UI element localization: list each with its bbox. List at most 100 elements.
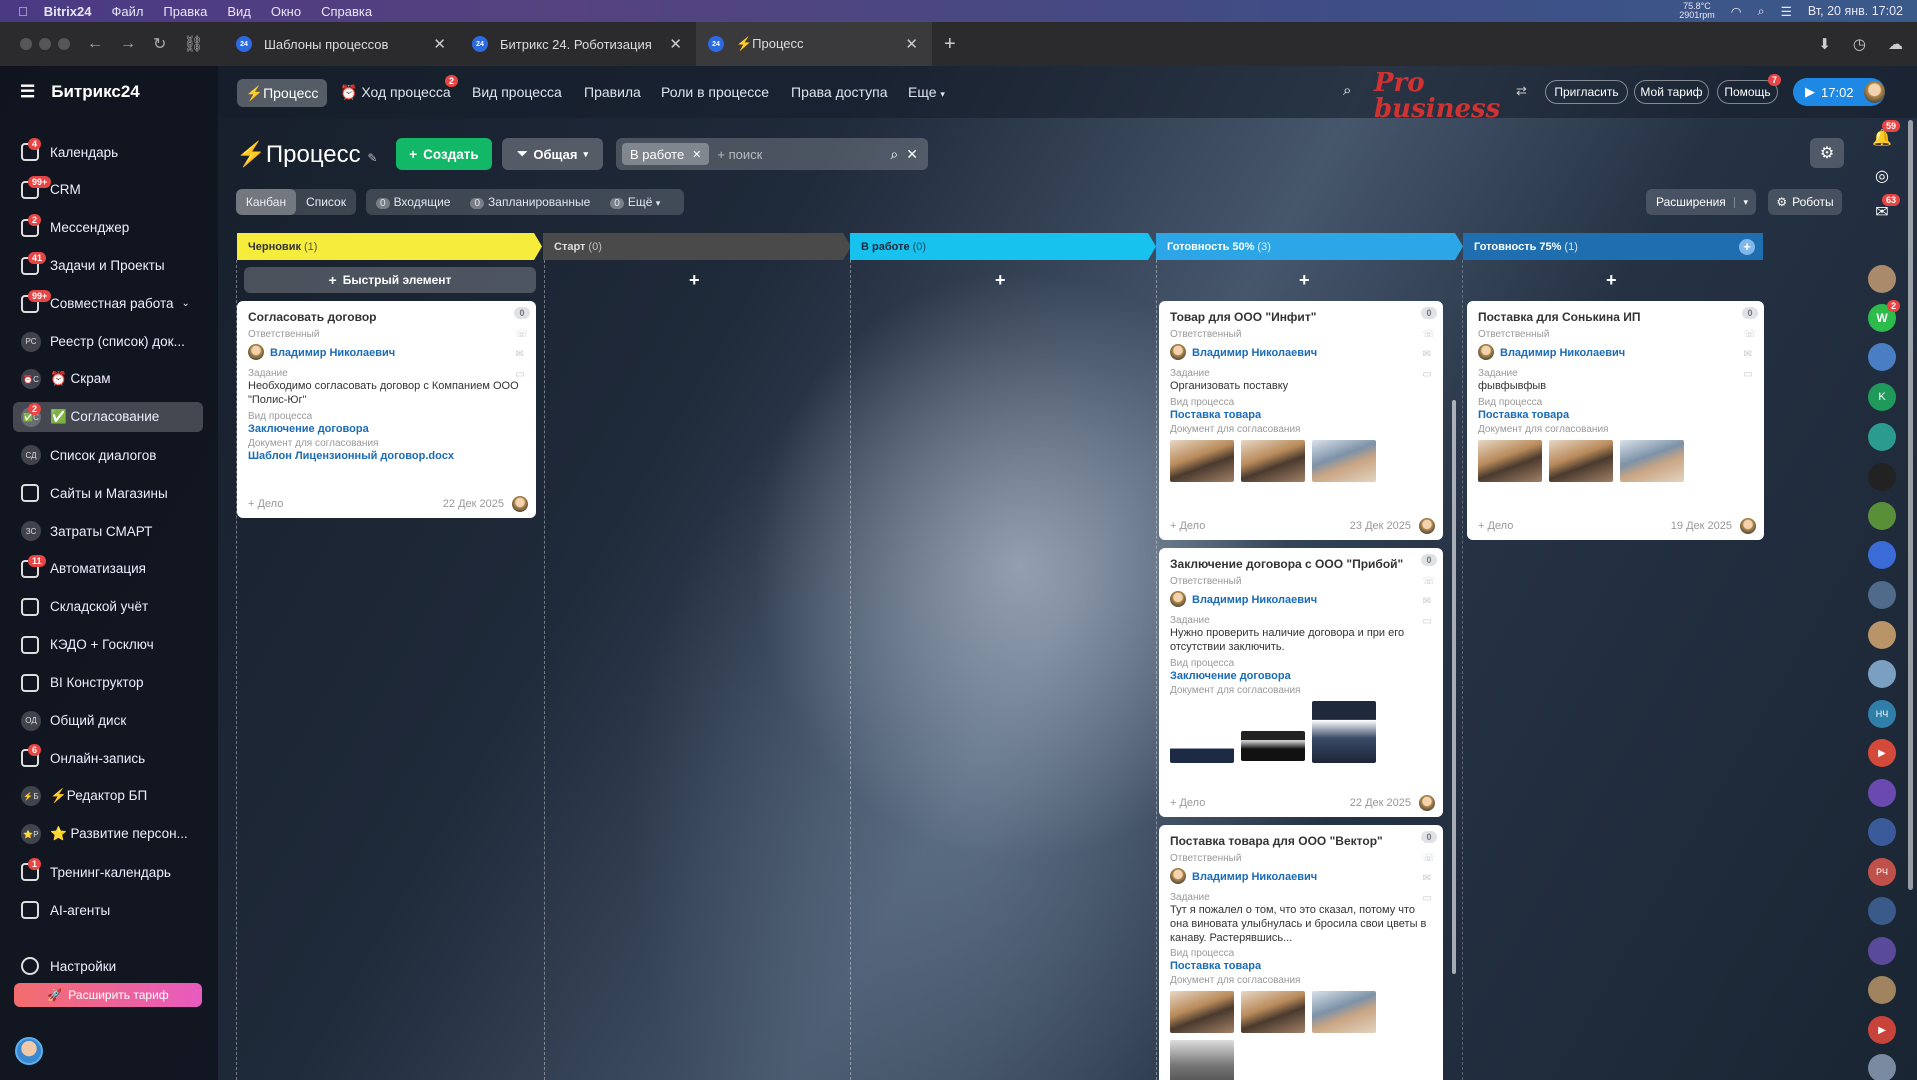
chat-avatar[interactable] (1868, 502, 1896, 530)
create-button[interactable]: + Создать (396, 138, 492, 170)
video-icon[interactable]: ▶ (1868, 1016, 1896, 1044)
nav-tab-view[interactable]: Вид процесса (472, 84, 562, 100)
mail-icon[interactable]: ✉ (1422, 596, 1435, 607)
column-scrollbar[interactable] (1452, 400, 1456, 974)
invite-button[interactable]: Пригласить (1545, 80, 1628, 104)
cloud-icon[interactable]: ☁ (1888, 35, 1903, 53)
sidebar-item-crm[interactable]: 99+ CRM (13, 175, 203, 205)
reload-icon[interactable]: ↻ (153, 34, 166, 54)
document-thumbnail[interactable] (1312, 700, 1376, 763)
comment-icon[interactable]: ▭ (1422, 893, 1435, 904)
process-kind-link[interactable]: Поставка товара (1478, 409, 1753, 421)
add-activity-button[interactable]: + Дело (1478, 520, 1513, 532)
card-title[interactable]: Поставка для Сонькина ИП (1478, 310, 1753, 324)
add-card-start-button[interactable]: + (689, 270, 700, 291)
sidebar-item-booking[interactable]: 6 Онлайн-запись (13, 743, 203, 773)
browser-tab-active[interactable]: 24 ⚡Процесс ✕ (696, 22, 932, 66)
phone-icon[interactable]: ☏ (515, 329, 528, 340)
sidebar-item-dialogs[interactable]: СД Список диалогов (13, 440, 203, 470)
new-tab-button[interactable]: + (944, 33, 956, 56)
download-icon[interactable]: ⬇ (1818, 35, 1831, 53)
sidebar-item-messenger[interactable]: 2 Мессенджер (13, 213, 203, 243)
avatar[interactable] (1868, 660, 1896, 688)
process-kind-link[interactable]: Заключение договора (248, 423, 525, 435)
process-kind-link[interactable]: Поставка товара (1170, 960, 1432, 972)
add-activity-button[interactable]: + Дело (1170, 797, 1205, 809)
sidebar-item-tasks[interactable]: 41 Задачи и Проекты (13, 251, 203, 281)
search-input[interactable] (717, 146, 868, 162)
user-avatar[interactable] (15, 1037, 43, 1065)
document-thumbnail[interactable] (1241, 730, 1305, 761)
brand-logo[interactable]: Битрикс24 (51, 82, 139, 102)
pin-icon[interactable]: ✎ (367, 151, 377, 165)
document-thumbnail[interactable] (1478, 439, 1542, 482)
general-filter-button[interactable]: ⏷ Общая ▾ (502, 138, 603, 170)
counter-planned[interactable]: 0 Запланированные (470, 195, 590, 209)
nav-tab-more[interactable]: Еще ▾ (908, 84, 945, 100)
document-thumbnail[interactable] (1170, 1040, 1234, 1080)
control-center-icon[interactable]: ☰ (1781, 4, 1792, 19)
video-icon[interactable]: ▶ (1868, 739, 1896, 767)
chat-avatar[interactable] (1868, 423, 1896, 451)
column-header[interactable]: Готовность 75% (1) + (1463, 233, 1763, 260)
kanban-card[interactable]: Поставка товара для ООО "Вектор" 0 ☏ ✉ ▭ О… (1159, 825, 1443, 1080)
tab-list[interactable]: Список (296, 189, 356, 215)
sidebar-item-cart[interactable]: Сайты и Магазины (13, 478, 203, 508)
sidebar-item-approval[interactable]: ✅С 2 ✅ Согласование (13, 402, 203, 433)
responsible-link[interactable]: Владимир Николаевич (1192, 594, 1317, 606)
forward-icon[interactable]: → (120, 35, 136, 53)
search-icon[interactable]: ⌕ (890, 146, 898, 163)
nav-tab-process[interactable]: ⚡Процесс (237, 79, 327, 107)
avatar[interactable] (1868, 343, 1896, 371)
comment-icon[interactable]: ▭ (515, 369, 528, 380)
nav-tab-access[interactable]: Права доступа (791, 84, 887, 100)
phone-icon[interactable]: ☏ (1743, 329, 1756, 340)
responsible-link[interactable]: Владимир Николаевич (1192, 347, 1317, 359)
sidebar-item-staff[interactable]: ⭐Р ⭐ Развитие персон... (13, 819, 203, 849)
document-thumbnail[interactable] (1241, 439, 1305, 482)
card-title[interactable]: Товар для ООО "Инфит" (1170, 310, 1432, 324)
sidebar-item-registry[interactable]: РС Реестр (список) док... (13, 327, 203, 357)
close-tab-icon[interactable]: ✕ (905, 35, 918, 53)
kanban-card[interactable]: Согласовать договор 0 ☏ ✉ ▭ Ответственный … (237, 301, 536, 518)
responsible-link[interactable]: Владимир Николаевич (270, 347, 395, 359)
sidebar-item-scrum[interactable]: ⏰С ⏰ Скрам (13, 364, 203, 394)
sidebar-item-bi[interactable]: BI Конструктор (13, 668, 203, 698)
app-menu[interactable]: Bitrix24 (44, 4, 92, 19)
phone-icon[interactable]: ☏ (1422, 329, 1435, 340)
document-thumbnail[interactable] (1549, 439, 1613, 482)
comment-icon[interactable]: ▭ (1743, 369, 1756, 380)
chat-icon[interactable]: ✉ 63 (1868, 194, 1900, 226)
chat-avatar-k[interactable]: K (1868, 383, 1896, 411)
process-kind-link[interactable]: Поставка товара (1170, 409, 1432, 421)
card-title[interactable]: Заключение договора с ООО "Прибой" (1170, 557, 1432, 571)
document-thumbnail[interactable] (1620, 439, 1684, 482)
sidebar-item-calendar[interactable]: 4 Календарь (13, 137, 203, 167)
avatar[interactable] (1868, 463, 1896, 491)
clear-icon[interactable]: ✕ (906, 146, 918, 163)
counter-more[interactable]: 0 Ещё ▾ (610, 195, 660, 209)
filter-chip[interactable]: В работе ✕ (622, 143, 710, 165)
mail-icon[interactable]: ✉ (1422, 349, 1435, 360)
document-link[interactable]: Шаблон Лицензионный договор.docx (248, 450, 525, 462)
mail-icon[interactable]: ✉ (1422, 873, 1435, 884)
phone-icon[interactable]: ☏ (1422, 853, 1435, 864)
chat-avatar[interactable] (1868, 779, 1896, 807)
apple-icon[interactable]:  (18, 4, 28, 19)
help-button[interactable]: Помощь 7 (1717, 74, 1781, 104)
kanban-card[interactable]: Поставка для Сонькина ИП 0 ☏ ✉ ▭ Ответстве… (1467, 301, 1764, 540)
close-tab-icon[interactable]: ✕ (433, 35, 446, 53)
chevron-down-icon[interactable]: ⌄ (182, 298, 190, 309)
settings-gear-button[interactable]: ⚙ (1810, 138, 1844, 168)
document-thumbnail[interactable] (1312, 991, 1376, 1034)
column-header[interactable]: В работе (0) (850, 233, 1156, 260)
workday-clock-button[interactable]: ▶ 17:02 (1793, 78, 1885, 106)
nav-tab-rules[interactable]: Правила (584, 84, 641, 100)
robots-button[interactable]: ⚙ Роботы (1768, 189, 1842, 215)
comment-icon[interactable]: ▭ (1422, 369, 1435, 380)
avatar[interactable] (1868, 265, 1896, 293)
add-card-75-button[interactable]: + (1606, 270, 1617, 291)
sidebar-item-automation[interactable]: 11 Автоматизация (13, 554, 203, 584)
kanban-card[interactable]: Товар для ООО "Инфит" 0 ☏ ✉ ▭ Ответственны… (1159, 301, 1443, 540)
window-close-button[interactable] (20, 38, 32, 50)
